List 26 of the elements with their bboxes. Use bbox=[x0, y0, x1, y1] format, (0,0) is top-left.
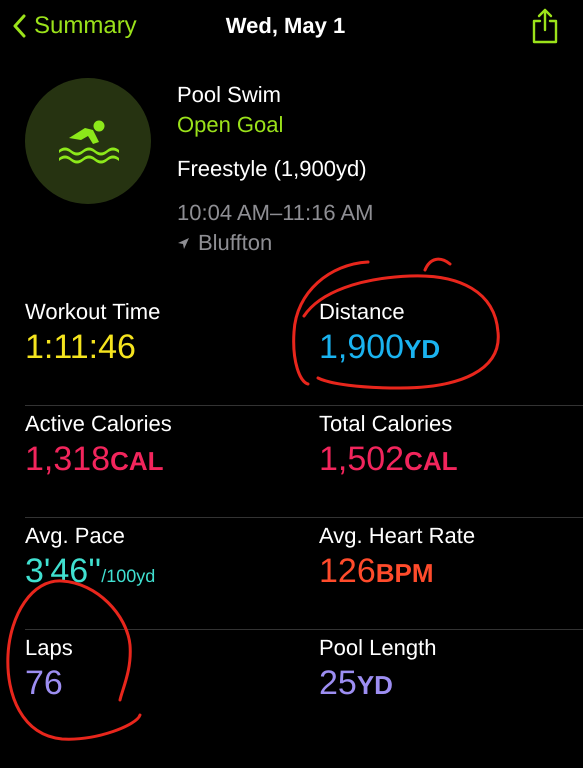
stat-label: Laps bbox=[25, 634, 74, 662]
stat-value: 1,900YD bbox=[319, 327, 442, 368]
workout-type: Pool Swim bbox=[177, 82, 282, 108]
workout-time-range: 10:04 AM–11:16 AM bbox=[177, 200, 374, 226]
stat-value: 126BPM bbox=[319, 551, 435, 592]
stat-label: Total Calories bbox=[319, 410, 454, 438]
stat-label: Active Calories bbox=[25, 410, 173, 438]
back-button[interactable]: Summary bbox=[12, 12, 137, 40]
stat-label: Pool Length bbox=[319, 634, 438, 662]
nav-title: Wed, May 1 bbox=[226, 13, 346, 39]
workout-stroke: Freestyle (1,900yd) bbox=[177, 156, 368, 182]
stat-label: Workout Time bbox=[25, 298, 162, 326]
share-icon[interactable] bbox=[531, 8, 559, 44]
chevron-left-icon bbox=[12, 14, 26, 38]
stat-label: Avg. Heart Rate bbox=[319, 522, 476, 550]
location-arrow-icon bbox=[177, 236, 190, 250]
stat-label: Distance bbox=[319, 298, 406, 326]
stat-value: 1:11:46 bbox=[25, 327, 137, 368]
stat-label: Avg. Pace bbox=[25, 522, 126, 550]
stat-value: 3'46''/100yd bbox=[25, 551, 156, 592]
stat-value: 1,502CAL bbox=[319, 439, 459, 480]
workout-location: Bluffton bbox=[198, 230, 272, 256]
stat-value: 76 bbox=[25, 663, 64, 704]
stat-value: 25YD bbox=[319, 663, 394, 704]
stat-value: 1,318CAL bbox=[25, 439, 165, 480]
workout-goal: Open Goal bbox=[177, 112, 284, 138]
